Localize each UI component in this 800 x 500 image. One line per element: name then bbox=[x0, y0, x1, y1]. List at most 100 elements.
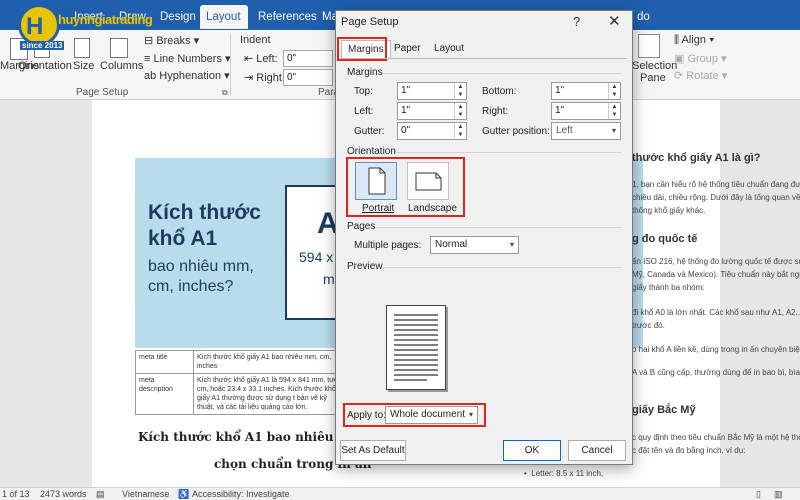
indent-left-input[interactable]: 0" bbox=[283, 50, 333, 67]
columns-button[interactable]: Columns bbox=[100, 60, 143, 72]
hyphenation-button[interactable]: ab Hyphenation ▾ bbox=[144, 69, 230, 82]
hyphenation-label: Hyphenation bbox=[159, 70, 222, 82]
tab-right-partial[interactable]: do bbox=[631, 5, 656, 29]
align-button[interactable]: ⫼ Align ▾ bbox=[674, 34, 714, 47]
left-margin-input[interactable]: 1" ▲ ▼ bbox=[397, 102, 467, 120]
line-numbers-button[interactable]: ≡ Line Numbers ▾ bbox=[144, 52, 231, 65]
tab-divider bbox=[340, 58, 627, 59]
banner-unit: m bbox=[323, 271, 335, 287]
margins-section-label: Margins bbox=[347, 67, 383, 78]
spinner-icon[interactable]: ▲ ▼ bbox=[454, 83, 466, 99]
text-line: trước đó. bbox=[632, 321, 665, 330]
gutter-input[interactable]: 0" ▲ ▼ bbox=[397, 122, 467, 140]
apply-to-select[interactable]: Whole document ▾ bbox=[385, 406, 478, 424]
close-icon[interactable]: ✕ bbox=[608, 12, 621, 30]
section-divider bbox=[375, 227, 622, 228]
meta-table: meta title Kích thước khổ giấy A1 bao nh… bbox=[135, 350, 345, 415]
preview-lines-icon bbox=[394, 314, 438, 381]
breaks-icon: ⊟ bbox=[144, 35, 157, 47]
multiple-pages-value: Normal bbox=[435, 239, 468, 250]
right-heading-1: thước khổ giấy A1 là gì? bbox=[632, 152, 761, 164]
multiple-pages-label: Multiple pages: bbox=[354, 240, 422, 251]
banner-subtitle: bao nhiêu mm, cm, inches? bbox=[148, 258, 254, 295]
right-paragraph-5: A và B cũng cấp, thường dùng để in bao b… bbox=[632, 368, 800, 377]
right-paragraph-4: o hai khổ A liền kề, dùng trong in ấn ch… bbox=[632, 345, 800, 354]
page-setup-group-label: Page Setup bbox=[76, 87, 129, 98]
chevron-down-icon: ▾ bbox=[221, 70, 230, 82]
right-paragraph-1: 1, bạn cần hiểu rõ hệ thống tiêu chuẩn đ… bbox=[632, 180, 800, 216]
portrait-label[interactable]: Portrait bbox=[362, 203, 394, 214]
text-line: c đặt tên và đo bằng inch, ví dụ: bbox=[632, 446, 746, 455]
tab-design[interactable]: Design bbox=[154, 5, 202, 29]
indent-right-text: Right: bbox=[256, 72, 286, 84]
breaks-button[interactable]: ⊟ Breaks ▾ bbox=[144, 34, 199, 47]
tab-layout[interactable]: Layout bbox=[200, 5, 248, 29]
text-line: c quy định theo tiêu chuẩn Bắc Mỹ là một… bbox=[632, 433, 800, 442]
tab-layout-dialog[interactable]: Layout bbox=[428, 40, 470, 58]
bottom-margin-value: 1" bbox=[555, 85, 565, 96]
set-as-default-button[interactable]: Set As Default bbox=[340, 440, 406, 461]
view-print-icon[interactable]: ▥ bbox=[774, 489, 783, 500]
indent-left-label: ⇤ Left: bbox=[244, 52, 278, 65]
ok-button[interactable]: OK bbox=[503, 440, 561, 461]
status-words[interactable]: 2473 words bbox=[40, 489, 87, 499]
table-row: meta title Kích thước khổ giấy A1 bao nh… bbox=[135, 350, 345, 374]
logo-emblem: H bbox=[18, 4, 60, 46]
spinner-icon[interactable]: ▲ ▼ bbox=[454, 103, 466, 119]
chevron-down-icon: ▾ bbox=[468, 410, 473, 419]
right-paragraph-3: đi khổ A0 là lớn nhất. Các khổ sau như A… bbox=[632, 308, 800, 331]
group-label: Group bbox=[687, 53, 719, 65]
table-row: meta description Kích thước khổ giấy A1 … bbox=[135, 373, 345, 415]
status-language[interactable]: Vietnamese bbox=[122, 489, 169, 499]
status-pages[interactable]: 1 of 13 bbox=[2, 489, 30, 499]
right-bullet: • Letter: 8.5 x 11 inch, bbox=[524, 469, 603, 479]
right-heading-2: g đo quốc tế bbox=[632, 233, 698, 245]
logo-icon: H bbox=[26, 13, 43, 40]
status-accessibility[interactable]: Accessibility: Investigate bbox=[192, 489, 290, 499]
svg-text:H: H bbox=[26, 13, 43, 40]
landscape-label[interactable]: Landscape bbox=[408, 203, 457, 214]
right-paragraph-2: ẩn ISO 216, hệ thống đo lường quốc tế đư… bbox=[632, 257, 800, 293]
tab-paper[interactable]: Paper bbox=[388, 40, 427, 58]
apply-to-value: Whole document bbox=[390, 409, 466, 420]
orientation-button[interactable]: Orientation bbox=[18, 60, 72, 72]
indent-right-input[interactable]: 0" bbox=[283, 69, 333, 86]
help-icon[interactable]: ? bbox=[573, 14, 580, 29]
gutter-position-label: Gutter position: bbox=[482, 126, 550, 137]
indent-right-label: ⇥ Right: bbox=[244, 71, 285, 84]
spinner-icon[interactable]: ▲ ▼ bbox=[608, 83, 620, 99]
view-read-icon[interactable]: ▯ bbox=[756, 489, 761, 500]
landscape-button[interactable] bbox=[407, 162, 449, 200]
selection-pane-button[interactable]: Selection bbox=[632, 60, 677, 72]
tab-references[interactable]: References bbox=[252, 5, 323, 29]
gutter-position-select[interactable]: Left ▾ bbox=[551, 122, 621, 140]
text-line: giấy thành ba nhóm: bbox=[632, 283, 705, 292]
align-icon: ⫼ bbox=[674, 34, 682, 46]
landscape-icon bbox=[415, 172, 442, 191]
page-setup-launcher-icon[interactable]: ⧉ bbox=[222, 88, 228, 98]
portrait-icon bbox=[368, 167, 386, 195]
spinner-icon[interactable]: ▲ ▼ bbox=[454, 123, 466, 139]
rotate-button[interactable]: ⟳ Rotate ▾ bbox=[674, 69, 727, 82]
text-line: thống khổ giấy khác. bbox=[632, 206, 706, 215]
portrait-button[interactable] bbox=[355, 162, 397, 200]
group-icon: ▣ bbox=[674, 53, 688, 65]
top-margin-input[interactable]: 1" ▲ ▼ bbox=[397, 82, 467, 100]
section-divider bbox=[382, 73, 622, 74]
page-preview bbox=[386, 305, 446, 390]
selection-pane-button-line2[interactable]: Pane bbox=[640, 72, 666, 84]
cancel-button[interactable]: Cancel bbox=[568, 440, 626, 461]
chevron-down-icon: ▾ bbox=[611, 126, 616, 135]
right-paragraph-6: c quy định theo tiêu chuẩn Bắc Mỹ là một… bbox=[632, 433, 800, 456]
multiple-pages-select[interactable]: Normal ▾ bbox=[430, 236, 519, 254]
proofing-icon[interactable]: ▤ bbox=[96, 489, 105, 500]
spinner-icon[interactable]: ▲ ▼ bbox=[608, 103, 620, 119]
right-margin-input[interactable]: 1" ▲ ▼ bbox=[551, 102, 621, 120]
text-line: 1, bạn cần hiểu rõ hệ thống tiêu chuẩn đ… bbox=[632, 180, 800, 189]
banner-title: Kích thước khổ A1 bbox=[148, 201, 261, 250]
bottom-margin-input[interactable]: 1" ▲ ▼ bbox=[551, 82, 621, 100]
group-button[interactable]: ▣ Group ▾ bbox=[674, 52, 727, 65]
hyphenation-icon: ab bbox=[144, 70, 160, 82]
size-button[interactable]: Size bbox=[73, 60, 94, 72]
table-cell: Kích thước khổ giấy A1 bao nhiêu mm, cm,… bbox=[193, 350, 345, 374]
